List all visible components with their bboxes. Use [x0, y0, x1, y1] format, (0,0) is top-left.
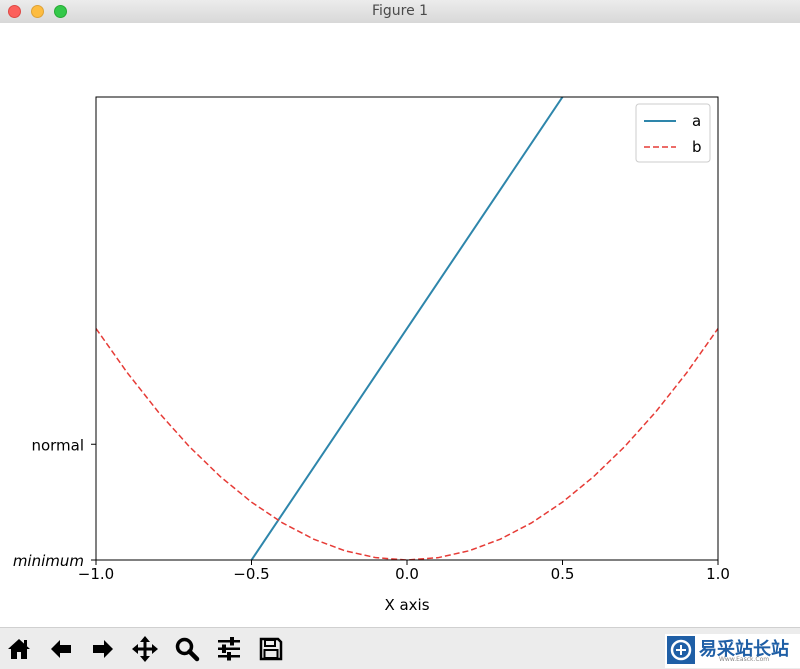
- figure-canvas[interactable]: −1.0 −0.5 0.0 0.5 1.0 minimum normal X axis a b: [0, 23, 800, 627]
- back-button[interactable]: [42, 630, 80, 668]
- y-tick-label: minimum: [13, 552, 84, 570]
- legend-label-b: b: [692, 138, 702, 156]
- floppy-disk-icon: [259, 637, 283, 661]
- x-axis-label: X axis: [384, 596, 429, 614]
- x-tick-label: 0.0: [395, 565, 419, 583]
- site-watermark: 易采站长站 Www.Easck.Com: [665, 634, 800, 668]
- home-button[interactable]: [0, 630, 38, 668]
- x-tick-label: 1.0: [706, 565, 730, 583]
- zoom-button[interactable]: [168, 630, 206, 668]
- home-icon: [8, 639, 30, 659]
- arrow-right-icon: [93, 640, 113, 658]
- series-line-b: [96, 328, 718, 560]
- x-tick-label: −0.5: [233, 565, 269, 583]
- x-tick-label: 0.5: [551, 565, 575, 583]
- move-icon: [132, 636, 158, 662]
- pan-button[interactable]: [126, 630, 164, 668]
- legend: ab: [635, 103, 711, 163]
- line-chart: −1.0 −0.5 0.0 0.5 1.0minimumnormalX axisab: [13, 96, 730, 614]
- watermark-subtext: Www.Easck.Com: [719, 656, 770, 663]
- y-tick-label: normal: [31, 436, 84, 454]
- watermark-logo-icon: [667, 636, 695, 664]
- sliders-icon: [218, 637, 240, 661]
- window-titlebar: Figure 1: [0, 0, 800, 24]
- window-title: Figure 1: [371, 3, 429, 19]
- arrow-left-icon: [51, 640, 71, 658]
- save-button[interactable]: [252, 630, 290, 668]
- series-line-a: [250, 97, 564, 560]
- forward-button[interactable]: [84, 630, 122, 668]
- magnifier-icon: [175, 637, 200, 662]
- legend-label-a: a: [692, 112, 701, 130]
- configure-subplots-button[interactable]: [210, 630, 248, 668]
